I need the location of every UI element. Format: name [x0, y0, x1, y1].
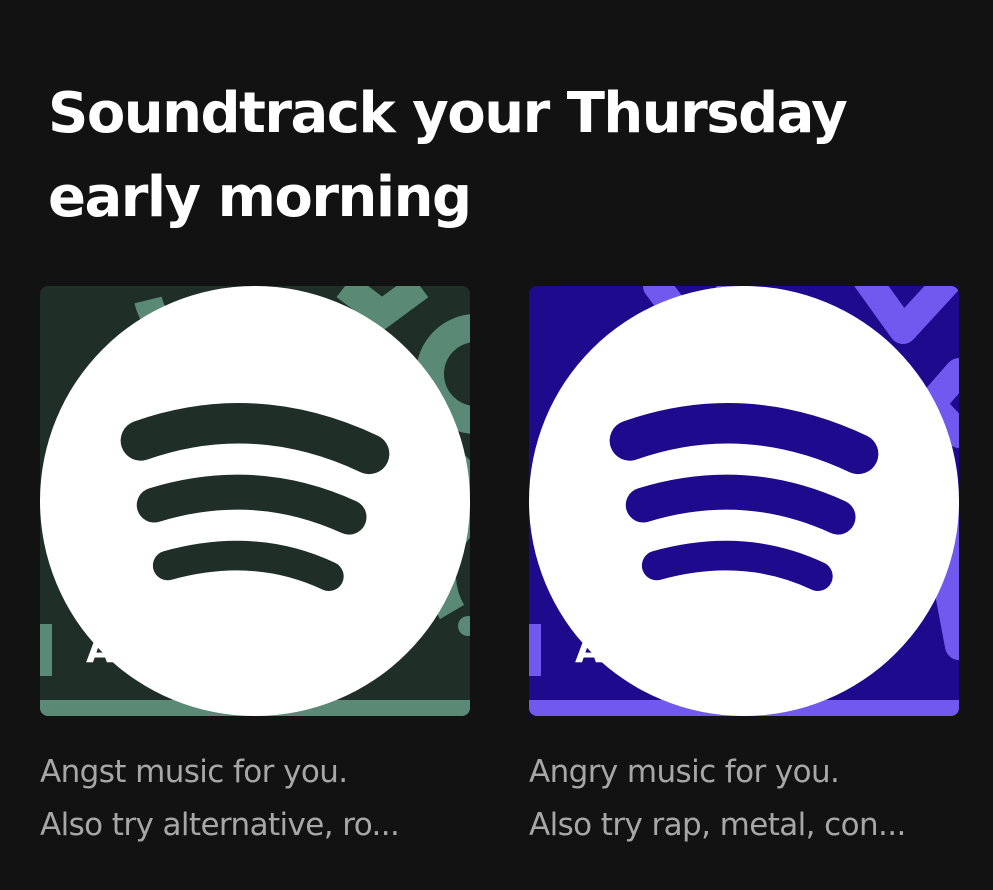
- playlist-description: Angst music for you. Also try alternativ…: [40, 746, 480, 852]
- description-line-1: Angry music for you.: [529, 754, 840, 790]
- description-line-1: Angst music for you.: [40, 754, 348, 790]
- playlist-cover-angry-mix[interactable]: Angry Mix: [529, 286, 959, 716]
- description-line-2: Also try rap, metal, con...: [529, 807, 906, 843]
- section-title-line-1: Soundtrack your Thursday: [48, 81, 848, 146]
- spotify-logo-icon: [529, 286, 959, 716]
- playlist-description: Angry music for you. Also try rap, metal…: [529, 746, 969, 852]
- playlist-card-angry-mix[interactable]: Angry Mix Angry music for you. Also try …: [529, 286, 959, 852]
- section-title-line-2: early morning: [48, 165, 472, 230]
- playlist-card-angst-mix[interactable]: Angst Mix Angst music for you. Also try …: [40, 286, 470, 852]
- section-title: Soundtrack your Thursday early morning: [48, 72, 948, 240]
- playlist-cover-angst-mix[interactable]: Angst Mix: [40, 286, 470, 716]
- description-line-2: Also try alternative, ro...: [40, 807, 400, 843]
- spotify-logo-icon: [40, 286, 470, 716]
